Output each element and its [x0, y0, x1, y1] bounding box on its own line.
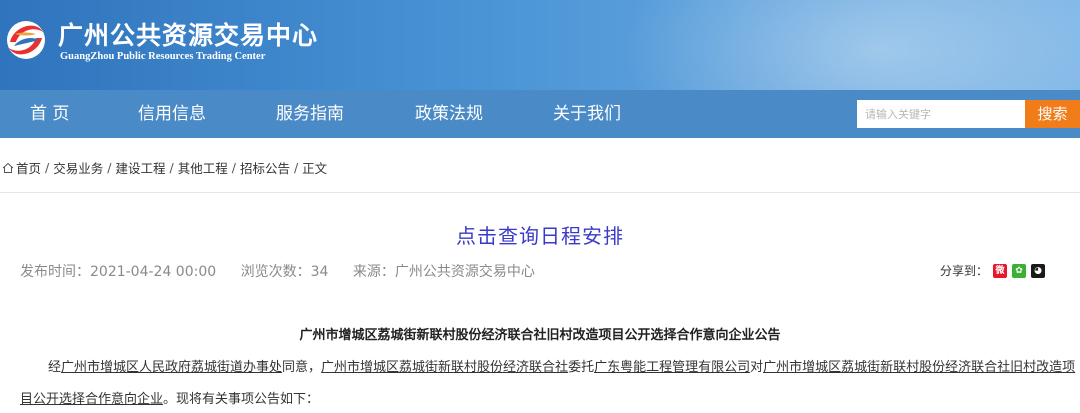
breadcrumb-separator: / [231, 160, 236, 175]
breadcrumb-separator: / [169, 160, 174, 175]
breadcrumb-current: 正文 [302, 161, 328, 176]
home-icon [2, 162, 14, 173]
breadcrumb-other-projects[interactable]: 其他工程 [178, 158, 228, 177]
site-title[interactable]: 广州公共资源交易中心 [58, 16, 318, 52]
logo-icon[interactable] [6, 12, 46, 68]
search-input[interactable] [857, 100, 1025, 128]
text-underlined: 目公开选择合作意向企业 [20, 392, 164, 407]
nav-item-home[interactable]: 首 页 [30, 90, 69, 138]
text: 同意， [282, 360, 322, 375]
text-underlined: 广州市增城区人民政府荔城街道办事处 [61, 360, 283, 375]
breadcrumb-trading[interactable]: 交易业务 [53, 158, 103, 177]
text-underlined: 广东粤能工程管理有限公司 [594, 360, 751, 375]
divider [0, 192, 1080, 193]
breadcrumb-tender-notices[interactable]: 招标公告 [240, 158, 290, 177]
nav-item-policies[interactable]: 政策法规 [415, 90, 483, 138]
text: 对 [750, 360, 764, 375]
main-nav: 首 页 信用信息 服务指南 政策法规 关于我们 搜索 [0, 90, 1080, 138]
qq-icon[interactable]: ◕ [1031, 263, 1046, 278]
search-button[interactable]: 搜索 [1025, 100, 1080, 128]
text: 经 [48, 360, 62, 375]
nav-item-credit-info[interactable]: 信用信息 [138, 90, 206, 138]
breadcrumb-separator: / [293, 160, 299, 175]
publish-time: 发布时间：2021-04-24 00:00 [20, 264, 217, 280]
nav-item-service-guide[interactable]: 服务指南 [276, 90, 344, 138]
text-underlined: 广州市增城区荔城街新联村股份经济联合社 [321, 360, 569, 375]
article-paragraph: 经广州市增城区人民政府荔城街道办事处同意，广州市增城区荔城街新联村股份经济联合社… [20, 356, 1075, 375]
text-underlined: 广州市增城区荔城街新联村股份经济联合社旧村改造项 [763, 360, 1076, 375]
schedule-link[interactable]: 点击查询日程安排 [0, 220, 1080, 249]
article-meta: 发布时间：2021-04-24 00:00 浏览次数：34 来源：广州公共资源交… [20, 261, 555, 281]
breadcrumb-home[interactable]: 首页 [16, 158, 41, 177]
breadcrumb-construction[interactable]: 建设工程 [115, 158, 165, 177]
share-label: 分享到： [940, 264, 989, 278]
nav-item-about-us[interactable]: 关于我们 [553, 90, 621, 138]
breadcrumb-separator: / [107, 160, 112, 175]
article-title: 广州市增城区荔城街新联村股份经济联合社旧村改造项目公开选择合作意向企业公告 [299, 328, 781, 343]
header-glow [620, 0, 1080, 90]
breadcrumb-separator: / [45, 160, 50, 175]
wechat-icon[interactable]: ✿ [1012, 263, 1027, 278]
article-paragraph-continued: 目公开选择合作意向企业。现将有关事项公告如下： [20, 388, 1065, 407]
site-subtitle: GuangZhou Public Resources Trading Cente… [60, 51, 266, 62]
breadcrumb: 首页 / 交易业务 / 建设工程 / 其他工程 / 招标公告 / 正文 [2, 158, 327, 177]
text: 委托 [568, 360, 595, 375]
weibo-icon[interactable]: 微 [993, 263, 1008, 278]
share-bar: 分享到： 微 ✿ ◕ [940, 262, 1046, 279]
view-count: 浏览次数：34 [240, 264, 329, 280]
text: 。现将有关事项公告如下： [163, 392, 320, 407]
site-header: 广州公共资源交易中心 GuangZhou Public Resources Tr… [0, 0, 1080, 90]
article-source: 来源：广州公共资源交易中心 [352, 264, 535, 280]
